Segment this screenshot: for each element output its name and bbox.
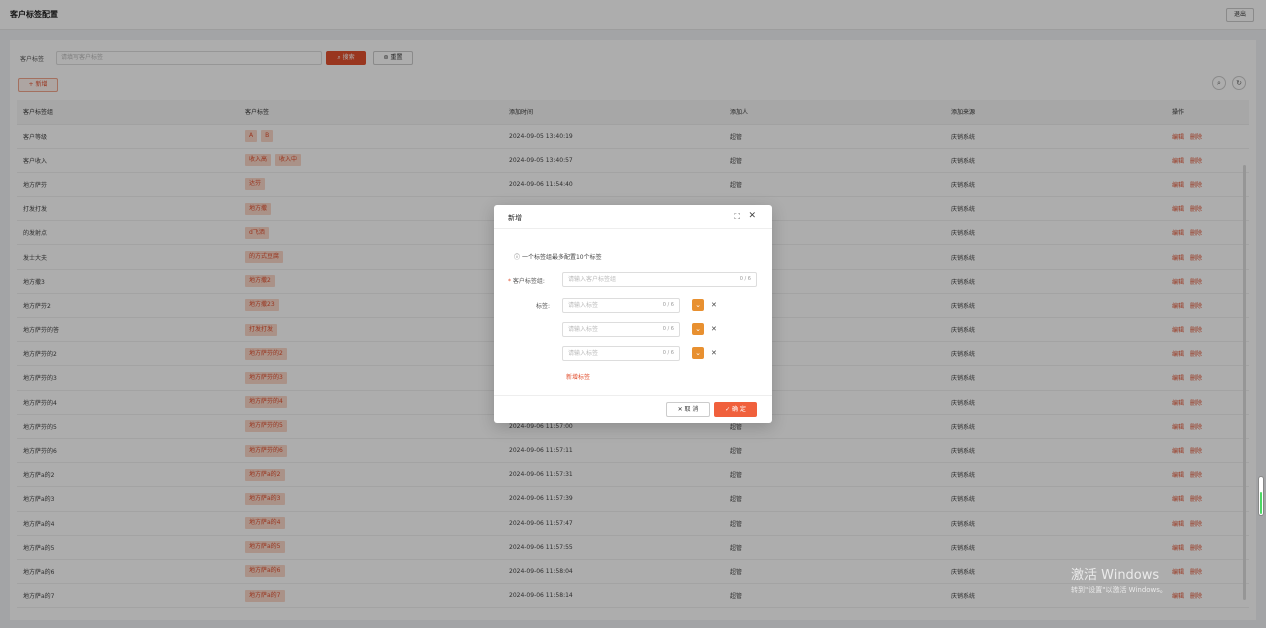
tag-input-1[interactable]: 请输入标签 0 / 6 [562,298,680,313]
tag-input-3[interactable]: 请输入标签 0 / 6 [562,346,680,361]
tag-count: 0 / 6 [662,302,674,308]
fullscreen-icon[interactable]: ⛶ [734,212,740,222]
new-tag-link[interactable]: 新增标签 [566,372,590,381]
info-text: 一个标签组最多配置10个标签 [521,254,602,261]
tag-placeholder: 请输入标签 [568,302,599,309]
chevron-down-icon[interactable]: ⌄ [692,347,704,359]
chevron-down-icon[interactable]: ⌄ [692,299,704,311]
tag-placeholder: 请输入标签 [568,350,599,357]
group-label-text: 客户标签组: [512,278,545,285]
dialog-title: 新增 [508,214,522,222]
close-icon[interactable]: ✕ [748,211,756,221]
group-count: 0 / 6 [739,276,751,282]
add-dialog: 新增 ⛶ ✕ ⓘ 一个标签组最多配置10个标签 * 客户标签组: 请输入客户标签… [494,205,772,423]
dialog-footer-divider [494,395,772,396]
dialog-info: ⓘ 一个标签组最多配置10个标签 [514,252,602,261]
group-input[interactable]: 请输入客户标签组 0 / 6 [562,272,757,287]
side-scroll-indicator[interactable] [1258,476,1264,516]
windows-watermark: 激活 Windows 转到"设置"以激活 Windows。 [1071,564,1167,595]
required-mark: * [508,278,511,285]
watermark-line2: 转到"设置"以激活 Windows。 [1071,586,1167,594]
info-icon: ⓘ [514,254,521,261]
cancel-icon: ✕ [677,406,683,413]
check-icon: ✓ [725,406,731,413]
tag-field-label: 标签: [536,303,551,310]
confirm-button[interactable]: ✓ 确 定 [714,402,757,417]
tag-count: 0 / 6 [662,350,674,356]
remove-tag-icon[interactable]: ✕ [711,301,717,309]
group-field-label: * 客户标签组: [508,276,545,285]
tag-input-2[interactable]: 请输入标签 0 / 6 [562,322,680,337]
remove-tag-icon[interactable]: ✕ [711,325,717,333]
tag-count: 0 / 6 [662,326,674,332]
cancel-button[interactable]: ✕ 取 消 [666,402,710,417]
group-placeholder: 请输入客户标签组 [568,276,617,283]
remove-tag-icon[interactable]: ✕ [711,349,717,357]
dialog-header: 新增 ⛶ ✕ [494,205,772,229]
watermark-line1: 激活 Windows [1071,568,1160,583]
indicator-fill [1260,492,1262,514]
cancel-label: 取 消 [684,406,699,413]
tag-placeholder: 请输入标签 [568,326,599,333]
confirm-label: 确 定 [732,406,746,413]
chevron-down-icon[interactable]: ⌄ [692,323,704,335]
